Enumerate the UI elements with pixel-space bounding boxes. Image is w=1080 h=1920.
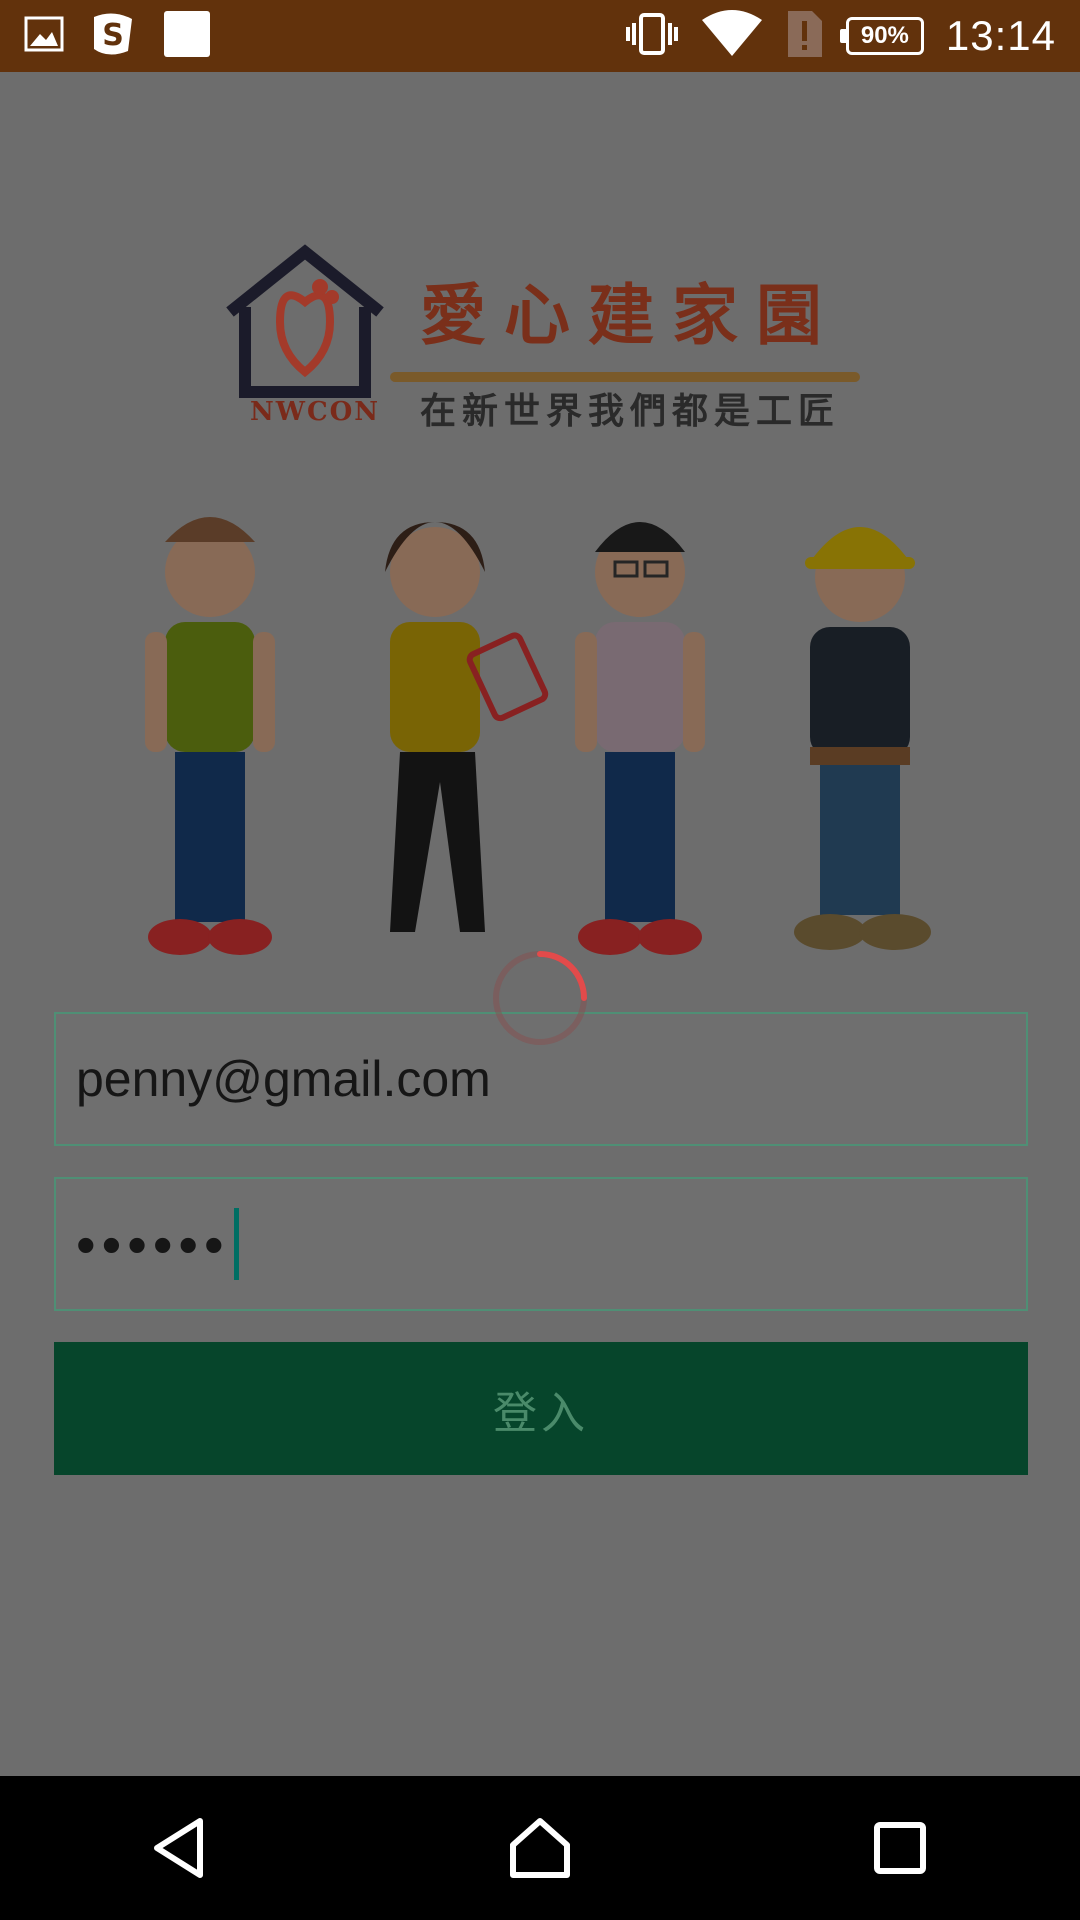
sim-alert-icon xyxy=(784,9,824,63)
text-cursor xyxy=(233,1208,239,1280)
recents-button[interactable] xyxy=(840,1788,960,1908)
s-app-icon: S xyxy=(88,11,138,61)
login-button[interactable]: 登入 xyxy=(54,1342,1028,1475)
status-bar: S 90% 13:14 xyxy=(0,0,1080,72)
logo-title: 愛心建家園 xyxy=(420,276,840,354)
loading-spinner-icon xyxy=(493,951,587,1045)
vibrate-icon xyxy=(624,11,680,61)
home-button[interactable] xyxy=(480,1788,600,1908)
logo-divider xyxy=(390,372,860,382)
worker-hard-hat xyxy=(794,527,931,950)
wifi-icon xyxy=(701,10,762,62)
svg-text:S: S xyxy=(102,18,124,53)
white-square-icon xyxy=(162,9,212,63)
logo-brand: NWCON xyxy=(250,397,381,427)
logo-subtitle: 在新世界我們都是工匠 xyxy=(420,390,841,432)
password-value: •••••• xyxy=(76,1212,230,1276)
home-icon xyxy=(510,1818,570,1878)
image-icon xyxy=(24,16,64,56)
back-button[interactable] xyxy=(120,1788,240,1908)
house-logo-icon xyxy=(220,242,390,412)
recents-square-icon xyxy=(874,1822,926,1874)
back-triangle-icon xyxy=(154,1818,203,1878)
password-value-wrap: •••••• xyxy=(76,1179,239,1309)
worker-pink-vest xyxy=(575,522,705,955)
worker-yellow-vest xyxy=(385,522,549,932)
email-value: penny@gmail.com xyxy=(76,1051,491,1107)
battery-percent: 90% xyxy=(860,22,909,49)
app-logo: NWCON 愛心建家園 在新世界我們都是工匠 xyxy=(220,202,860,462)
battery-icon: 90% xyxy=(839,17,924,55)
login-screen: NWCON 愛心建家園 在新世界我們都是工匠 penny@gmail.com •… xyxy=(0,72,1080,1776)
worker-green-shirt xyxy=(145,517,275,955)
navigation-bar xyxy=(0,1776,1080,1920)
clock: 13:14 xyxy=(945,12,1056,59)
password-field[interactable]: •••••• xyxy=(54,1177,1028,1311)
